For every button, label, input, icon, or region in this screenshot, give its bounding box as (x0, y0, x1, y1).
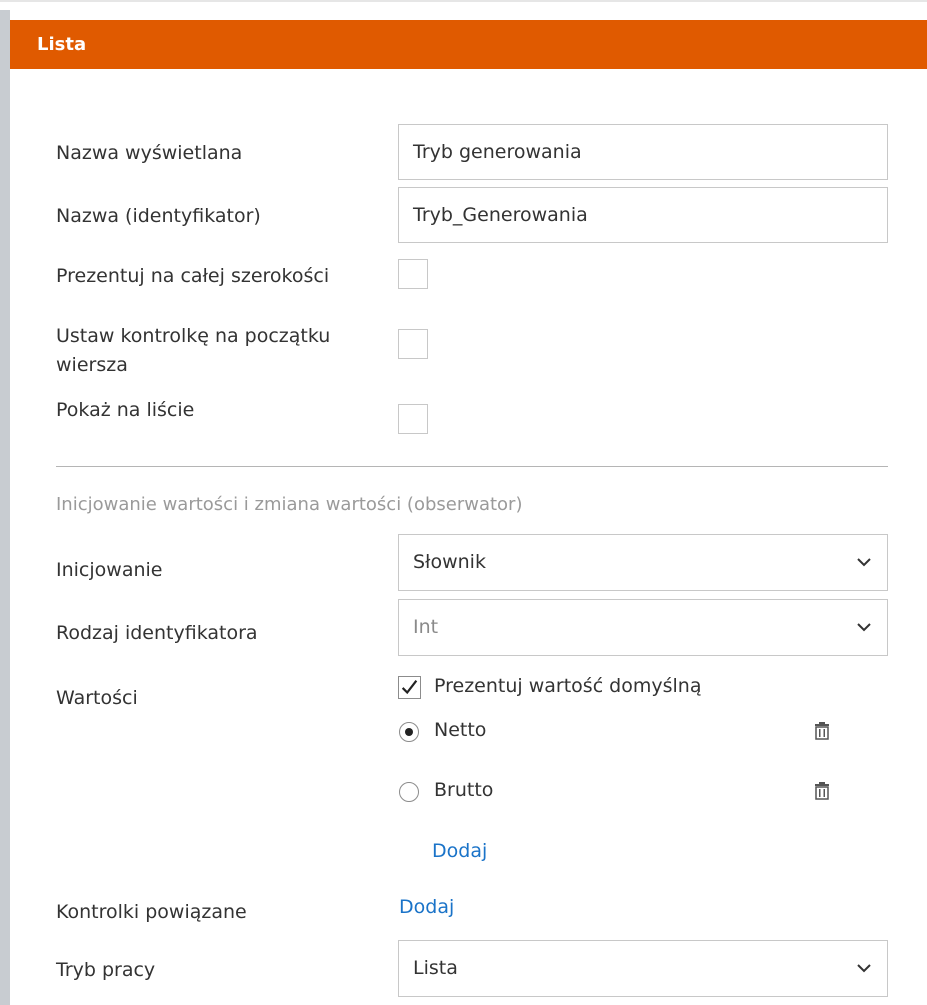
show-on-list-checkbox[interactable] (398, 404, 428, 434)
add-value-link[interactable]: Dodaj (432, 840, 487, 862)
show-on-list-label: Pokaż na liście (56, 399, 195, 421)
chevron-down-icon (857, 964, 871, 973)
option-brutto-label: Brutto (434, 779, 494, 801)
section-divider (56, 466, 888, 467)
add-linked-control-link[interactable]: Dodaj (399, 896, 454, 918)
id-type-select[interactable]: Int (398, 599, 888, 656)
id-type-label: Rodzaj identyfikatora (56, 622, 258, 644)
radio-brutto[interactable] (399, 782, 419, 802)
full-width-checkbox[interactable] (398, 259, 428, 289)
trash-icon[interactable] (813, 782, 831, 800)
chevron-down-icon (857, 558, 871, 567)
show-default-label: Prezentuj wartość domyślną (434, 675, 702, 697)
mode-label: Tryb pracy (56, 959, 156, 981)
show-default-checkbox[interactable] (398, 676, 421, 699)
display-name-input[interactable]: Tryb generowania (398, 124, 888, 180)
identifier-input[interactable]: Tryb_Generowania (398, 187, 888, 243)
init-label: Inicjowanie (56, 559, 163, 581)
chevron-down-icon (857, 623, 871, 632)
section-title: Inicjowanie wartości i zmiana wartości (… (56, 494, 523, 515)
row-start-checkbox[interactable] (398, 329, 428, 359)
linked-controls-label: Kontrolki powiązane (56, 901, 247, 923)
id-type-select-value: Int (413, 616, 439, 638)
checkmark-icon (401, 679, 418, 695)
full-width-label: Prezentuj na całej szerokości (56, 265, 330, 287)
trash-icon[interactable] (813, 722, 831, 740)
panel-header: Lista (10, 20, 927, 69)
mode-select-value: Lista (413, 957, 458, 979)
values-label: Wartości (56, 687, 138, 709)
row-start-label-line2: wiersza (56, 354, 128, 376)
option-netto-label: Netto (434, 719, 487, 741)
init-select-value: Słownik (413, 551, 486, 573)
radio-netto[interactable] (399, 722, 419, 742)
identifier-label: Nazwa (identyfikator) (56, 205, 261, 227)
row-start-label-line1: Ustaw kontrolkę na początku (56, 325, 331, 347)
init-select[interactable]: Słownik (398, 534, 888, 591)
mode-select[interactable]: Lista (398, 940, 888, 997)
left-scroll-edge (0, 10, 10, 1005)
display-name-label: Nazwa wyświetlana (56, 142, 243, 164)
